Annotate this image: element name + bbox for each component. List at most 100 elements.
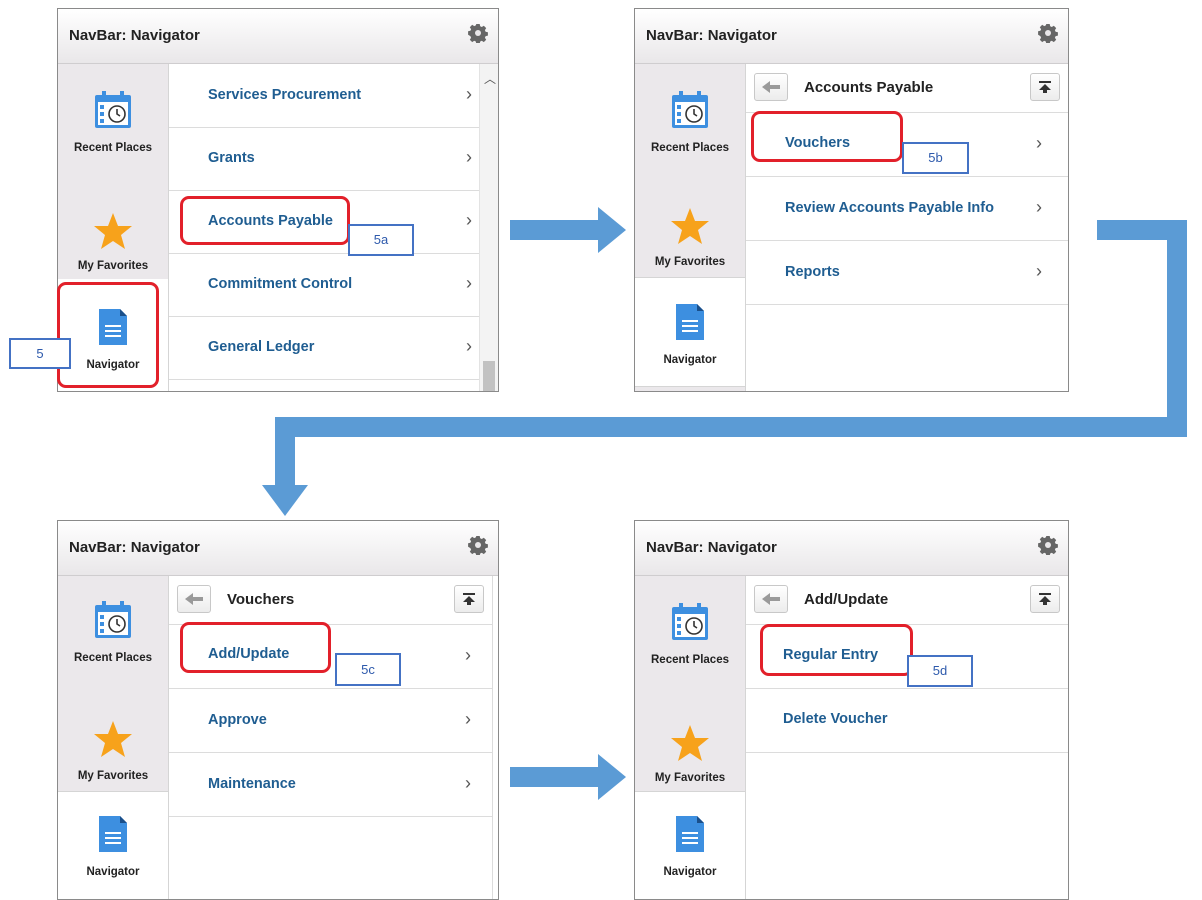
menu-item-label: General Ledger: [208, 339, 315, 355]
collapse-button[interactable]: [1030, 585, 1060, 613]
flow-connector-mid: [275, 417, 1187, 437]
scrollbar-thumb[interactable]: [483, 361, 495, 391]
navbar-title: NavBar: Navigator: [646, 539, 777, 556]
collapse-up-icon: [463, 593, 475, 605]
star-icon: [671, 208, 709, 244]
star-icon: [94, 721, 132, 757]
chevron-right-icon: ›: [465, 645, 471, 665]
menu-item-label: Commitment Control: [208, 276, 353, 292]
chevron-right-icon: ›: [466, 147, 472, 167]
navbar-header: NavBar: Navigator: [635, 9, 1068, 64]
navigator-tile[interactable]: Navigator: [635, 277, 745, 387]
chevron-right-icon: ›: [465, 773, 471, 793]
gear-icon[interactable]: [1038, 23, 1058, 43]
navbar-header: NavBar: Navigator: [635, 521, 1068, 576]
document-icon: [676, 816, 704, 852]
chevron-right-icon: ›: [466, 210, 472, 230]
back-button[interactable]: [177, 585, 211, 613]
navigator-panel-step-5a: NavBar: Navigator Recent Places My Favor…: [634, 8, 1069, 392]
menu-item-services-procurement[interactable]: Services Procurement ›: [169, 64, 498, 128]
menu-item-general-ledger[interactable]: General Ledger ›: [169, 316, 498, 380]
gear-icon[interactable]: [468, 535, 488, 555]
chevron-right-icon: ›: [1036, 133, 1042, 153]
folder-title: Vouchers: [227, 591, 295, 608]
flow-connector-down: [275, 417, 295, 487]
menu-item-label: Grants: [208, 150, 255, 166]
flow-arrow-right-2: [510, 754, 626, 800]
menu-item-review-accounts-payable-info[interactable]: Review Accounts Payable Info ›: [746, 177, 1068, 241]
calendar-clock-icon: [672, 91, 708, 128]
navbar-title: NavBar: Navigator: [646, 27, 777, 44]
menu-item-approve[interactable]: Approve ›: [169, 689, 492, 753]
recent-places-label: Recent Places: [74, 142, 152, 154]
recent-places-label: Recent Places: [651, 142, 729, 154]
navigator-panel-step-5b: NavBar: Navigator Recent Places My Favor…: [57, 520, 499, 900]
recent-places-tile[interactable]: Recent Places: [635, 576, 745, 684]
my-favorites-label: My Favorites: [654, 772, 726, 784]
my-favorites-tile[interactable]: My Favorites: [635, 172, 745, 277]
folder-header: Accounts Payable: [746, 64, 1068, 113]
vertical-scrollbar[interactable]: ︿: [479, 64, 498, 391]
recent-places-tile[interactable]: Recent Places: [58, 576, 168, 684]
folder-header: Vouchers: [169, 576, 492, 625]
scroll-up-icon[interactable]: ︿: [484, 70, 496, 87]
highlight-navigator-tile: [57, 282, 159, 388]
chevron-right-icon: ›: [466, 84, 472, 104]
my-favorites-tile[interactable]: My Favorites: [58, 684, 168, 791]
menu-item-reports[interactable]: Reports ›: [746, 241, 1068, 305]
navigator-label: Navigator: [663, 866, 717, 878]
menu-item-grants[interactable]: Grants ›: [169, 127, 498, 191]
flow-arrow-right-1: [510, 207, 626, 253]
chevron-right-icon: ›: [466, 336, 472, 356]
star-icon: [671, 725, 709, 761]
calendar-clock-icon: [95, 601, 131, 638]
back-button[interactable]: [754, 73, 788, 101]
menu-item-label: Delete Voucher: [783, 711, 888, 727]
left-arrow-icon: [762, 593, 780, 605]
navigator-panel-step-5c: NavBar: Navigator Recent Places My Favor…: [634, 520, 1069, 900]
highlight-accounts-payable: [180, 196, 350, 245]
collapse-up-icon: [1039, 81, 1051, 93]
collapse-button[interactable]: [1030, 73, 1060, 101]
folder-title: Accounts Payable: [804, 79, 934, 96]
recent-places-label: Recent Places: [651, 654, 729, 666]
gear-icon[interactable]: [468, 23, 488, 43]
gear-icon[interactable]: [1038, 535, 1058, 555]
navbar-header: NavBar: Navigator: [58, 521, 498, 576]
navigator-tile[interactable]: Navigator: [58, 791, 168, 899]
navigator-label: Navigator: [86, 866, 140, 878]
navbar-sidebar: Recent Places My Favorites Navigator: [635, 576, 746, 899]
callout-step-5d: 5d: [907, 655, 973, 687]
menu-item-label: Review Accounts Payable Info: [785, 200, 994, 216]
callout-step-5: 5: [9, 338, 71, 369]
left-arrow-icon: [185, 593, 203, 605]
back-button[interactable]: [754, 585, 788, 613]
callout-step-5b: 5b: [902, 142, 969, 174]
document-icon: [676, 304, 704, 340]
my-favorites-tile[interactable]: My Favorites: [635, 684, 745, 791]
recent-places-tile[interactable]: Recent Places: [58, 64, 168, 172]
menu-item-label: Services Procurement: [208, 87, 362, 103]
my-favorites-label: My Favorites: [77, 770, 149, 782]
navigator-tile[interactable]: Navigator: [635, 791, 745, 899]
chevron-right-icon: ›: [1036, 197, 1042, 217]
navbar-title: NavBar: Navigator: [69, 27, 200, 44]
chevron-right-icon: ›: [465, 709, 471, 729]
recent-places-tile[interactable]: Recent Places: [635, 64, 745, 172]
navbar-title: NavBar: Navigator: [69, 539, 200, 556]
collapse-up-icon: [1039, 593, 1051, 605]
flow-arrow-down: [262, 485, 308, 516]
menu-item-label: Approve: [208, 712, 267, 728]
calendar-clock-icon: [95, 91, 131, 128]
navbar-header: NavBar: Navigator: [58, 9, 498, 64]
menu-item-maintenance[interactable]: Maintenance ›: [169, 753, 492, 817]
callout-step-5c: 5c: [335, 653, 401, 686]
folder-header: Add/Update: [746, 576, 1068, 625]
my-favorites-tile[interactable]: My Favorites: [58, 172, 168, 279]
collapse-button[interactable]: [454, 585, 484, 613]
my-favorites-label: My Favorites: [654, 256, 726, 268]
menu-item-delete-voucher[interactable]: Delete Voucher: [746, 689, 1068, 753]
left-arrow-icon: [762, 81, 780, 93]
menu-item-commitment-control[interactable]: Commitment Control ›: [169, 253, 498, 317]
highlight-add-update: [180, 622, 331, 673]
